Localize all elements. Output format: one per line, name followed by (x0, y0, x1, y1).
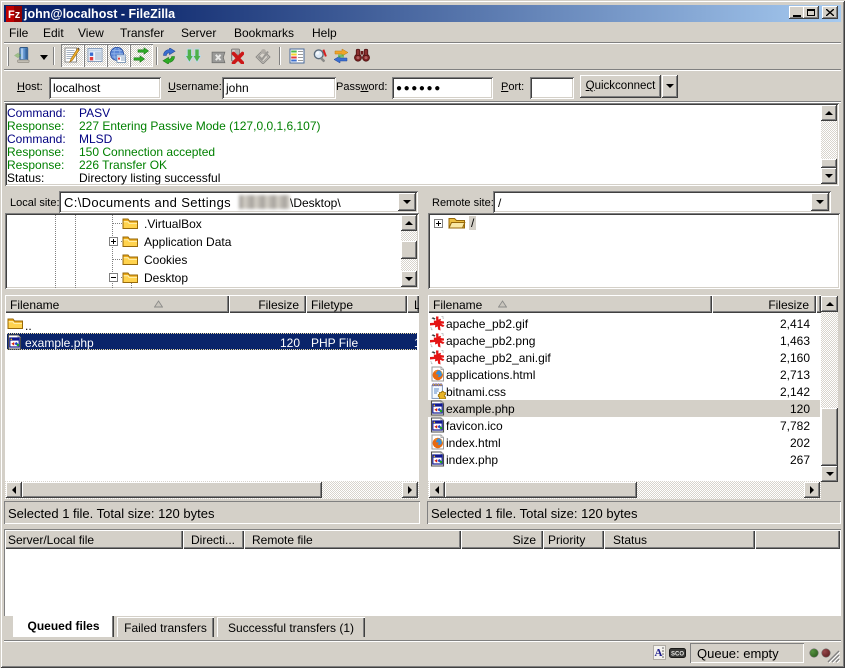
svg-text:SCO: SCO (671, 652, 684, 658)
svg-text:Fz: Fz (8, 9, 21, 21)
svg-text:A: A (655, 647, 663, 659)
